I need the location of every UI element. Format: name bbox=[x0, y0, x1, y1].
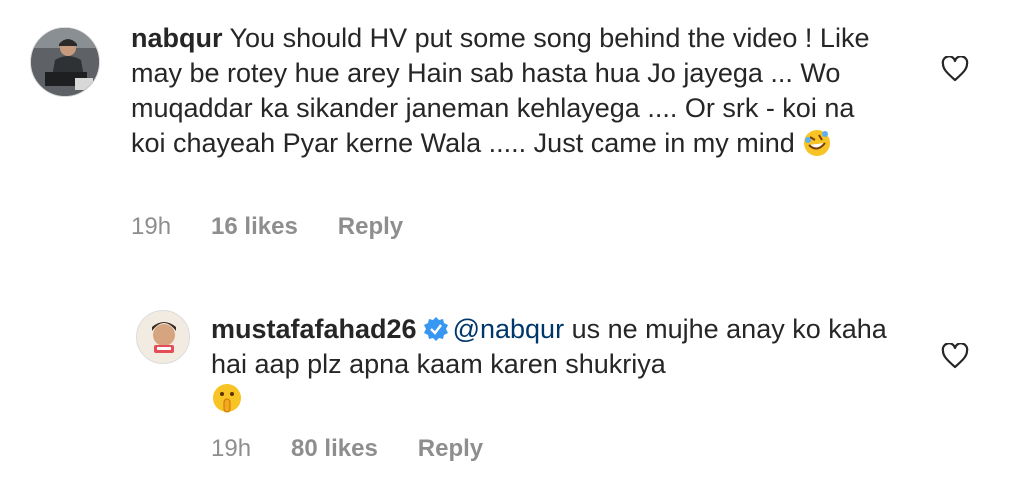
comment-text: You should HV put some song behind the v… bbox=[131, 23, 870, 158]
reply-button[interactable]: Reply bbox=[418, 435, 483, 463]
comment-likes[interactable]: 80 likes bbox=[291, 435, 378, 463]
avatar[interactable] bbox=[30, 27, 100, 97]
comment-meta: 19h 16 likes Reply bbox=[131, 213, 443, 241]
comment-username[interactable]: nabqur bbox=[131, 23, 223, 53]
mention-link[interactable]: @nabqur bbox=[453, 314, 564, 344]
comment-likes[interactable]: 16 likes bbox=[211, 213, 298, 241]
avatar[interactable] bbox=[136, 310, 190, 364]
comment-body: mustafafahad26 @nabqur us ne mujhe anay k… bbox=[211, 312, 911, 423]
avatar-photo bbox=[31, 28, 99, 96]
comment-body: nabqur You should HV put some song behin… bbox=[131, 21, 891, 167]
rolling-on-floor-laughing-emoji bbox=[802, 128, 832, 167]
comment-username[interactable]: mustafafahad26 bbox=[211, 314, 417, 344]
like-heart-icon[interactable] bbox=[941, 342, 969, 369]
like-heart-icon[interactable] bbox=[941, 55, 969, 82]
comment-meta: 19h 80 likes Reply bbox=[211, 435, 523, 463]
reply-button[interactable]: Reply bbox=[338, 213, 403, 241]
comment-time: 19h bbox=[131, 213, 172, 240]
comment-time: 19h bbox=[211, 435, 252, 462]
shushing-face-emoji bbox=[211, 382, 243, 423]
avatar-photo bbox=[137, 311, 189, 363]
verified-badge-icon bbox=[423, 316, 449, 342]
